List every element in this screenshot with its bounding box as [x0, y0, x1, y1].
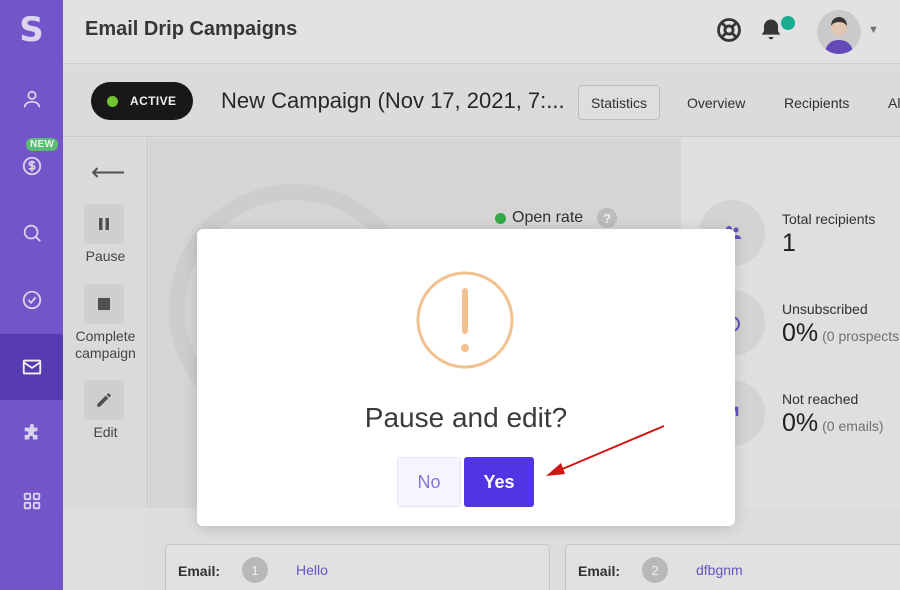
no-button[interactable]: No [397, 457, 461, 507]
dialog-title: Pause and edit? [364, 402, 568, 433]
warning-icon [416, 271, 514, 369]
confirm-dialog: Pause and edit? No Yes [197, 229, 735, 526]
yes-button[interactable]: Yes [464, 457, 534, 507]
